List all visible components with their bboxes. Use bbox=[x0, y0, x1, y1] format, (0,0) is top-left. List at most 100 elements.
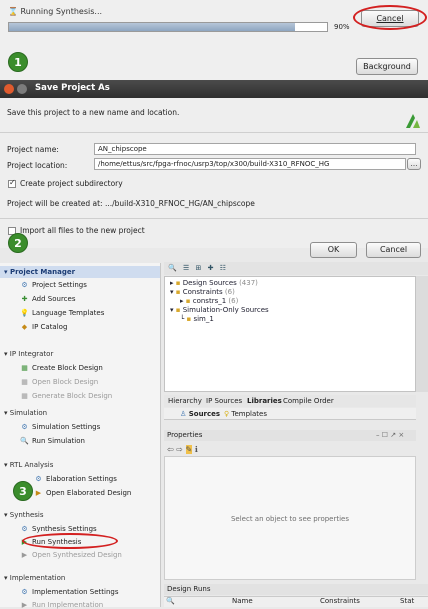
tree-item-sim-1[interactable]: └ ▪ sim_1 bbox=[180, 315, 214, 323]
browse-button[interactable]: … bbox=[407, 158, 421, 170]
expand-all-icon[interactable]: ⊞ bbox=[195, 264, 203, 272]
tree-item-constrs-1[interactable]: ▸ ▪ constrs_1 (6) bbox=[180, 297, 238, 305]
block-design-icon: ▦ bbox=[21, 364, 28, 372]
nav-section-project-manager[interactable]: ▾ Project Manager bbox=[4, 268, 75, 276]
tab-libraries[interactable]: Libraries bbox=[247, 397, 282, 405]
search-icon[interactable]: 🔍 bbox=[168, 264, 179, 272]
window-minimize-icon[interactable] bbox=[17, 84, 27, 94]
project-name-field[interactable]: AN_chipscope bbox=[94, 143, 416, 155]
nav-section-synthesis[interactable]: ▾ Synthesis bbox=[4, 511, 44, 519]
search-icon[interactable]: 🔍 bbox=[166, 597, 175, 605]
nav-item-project-settings[interactable]: ⚙ Project Settings bbox=[20, 281, 87, 289]
nav-section-implementation[interactable]: ▾ Implementation bbox=[4, 574, 65, 582]
tab-ip-sources[interactable]: IP Sources bbox=[206, 397, 242, 405]
save-dialog-description: Save this project to a new name and loca… bbox=[7, 108, 180, 117]
open-folder-icon: ▦ bbox=[21, 378, 28, 386]
gear-icon: ⚙ bbox=[35, 475, 42, 483]
lightbulb-icon: 💡 bbox=[20, 309, 29, 317]
column-header-status[interactable]: Stat bbox=[400, 597, 414, 605]
vivado-logo-icon bbox=[406, 114, 420, 128]
tab-templates[interactable]: ♀ Templates bbox=[224, 410, 267, 418]
nav-item-ip-catalog[interactable]: ◆ IP Catalog bbox=[20, 323, 68, 331]
window-controls[interactable]: – ☐ ↗ × bbox=[376, 431, 404, 439]
ok-button[interactable]: OK bbox=[310, 242, 357, 258]
folder-icon: ▪ bbox=[175, 288, 181, 296]
nav-item-language-templates[interactable]: 💡 Language Templates bbox=[20, 309, 104, 317]
back-arrow-icon[interactable]: ⇦ bbox=[167, 445, 174, 454]
background-button[interactable]: Background bbox=[356, 58, 418, 75]
nav-item-create-block-design[interactable]: ▦ Create Block Design bbox=[20, 364, 103, 372]
step-marker-1: 1 bbox=[8, 52, 28, 72]
properties-toolbar: ⇦ ⇨ ✎ ℹ bbox=[167, 445, 198, 454]
column-header-constraints[interactable]: Constraints bbox=[320, 597, 360, 605]
save-dialog-title: Save Project As bbox=[35, 83, 110, 93]
nav-item-run-simulation[interactable]: 🔍 Run Simulation bbox=[20, 437, 85, 445]
highlight-circle bbox=[353, 5, 427, 30]
nav-item-add-sources[interactable]: ✚ Add Sources bbox=[20, 295, 76, 303]
sources-toolbar: 🔍 ☰ ⊞ ✚ ☷ bbox=[164, 262, 428, 275]
nav-item-elaboration-settings[interactable]: ⚙ Elaboration Settings bbox=[34, 475, 117, 483]
folder-icon: ▪ bbox=[186, 315, 192, 323]
step-marker-3: 3 bbox=[13, 481, 33, 501]
open-design-icon: ▶ bbox=[35, 489, 42, 497]
nav-item-generate-block-design[interactable]: ▦ Generate Block Design bbox=[20, 392, 112, 400]
nav-item-open-block-design[interactable]: ▦ Open Block Design bbox=[20, 378, 98, 386]
design-runs-columns bbox=[164, 596, 428, 607]
cancel-button[interactable]: Cancel bbox=[366, 242, 421, 258]
nav-section-simulation[interactable]: ▾ Simulation bbox=[4, 409, 47, 417]
window-close-icon[interactable] bbox=[4, 84, 14, 94]
tab-compile-order[interactable]: Compile Order bbox=[283, 397, 334, 405]
progress-percent: 90% bbox=[334, 23, 350, 31]
gear-icon: ⚙ bbox=[21, 281, 28, 289]
nav-item-synthesis-settings[interactable]: ⚙ Synthesis Settings bbox=[20, 525, 96, 533]
separator bbox=[0, 218, 428, 219]
nav-item-simulation-settings[interactable]: ⚙ Simulation Settings bbox=[20, 423, 100, 431]
nav-section-ip-integrator[interactable]: ▾ IP Integrator bbox=[4, 350, 53, 358]
nav-item-open-elaborated-design[interactable]: ▶ Open Elaborated Design bbox=[34, 489, 132, 497]
step-marker-2: 2 bbox=[8, 233, 28, 253]
project-location-field[interactable]: /home/ettus/src/fpga-rfnoc/usrp3/top/x30… bbox=[94, 158, 406, 170]
properties-empty-message: Select an object to see properties bbox=[230, 515, 350, 523]
sources-icon: ♙ bbox=[180, 410, 187, 418]
synthesis-progress-bar bbox=[8, 22, 328, 32]
import-files-label: Import all files to the new project bbox=[20, 226, 145, 235]
open-design-icon: ▶ bbox=[21, 551, 28, 559]
nav-item-implementation-settings[interactable]: ⚙ Implementation Settings bbox=[20, 588, 118, 596]
gear-icon: ⚙ bbox=[21, 423, 28, 431]
info-icon[interactable]: ℹ bbox=[195, 445, 198, 454]
tree-item-constraints[interactable]: ▾ ▪ Constraints (6) bbox=[170, 288, 235, 296]
synthesis-progress-title: ⌛ Running Synthesis... bbox=[8, 7, 103, 16]
nav-section-rtl-analysis[interactable]: ▾ RTL Analysis bbox=[4, 461, 53, 469]
edit-properties-icon[interactable]: ✎ bbox=[185, 445, 193, 454]
progress-bar-fill bbox=[9, 23, 296, 31]
nav-item-open-synthesized-design[interactable]: ▶ Open Synthesized Design bbox=[20, 551, 122, 559]
hourglass-icon: ⌛ bbox=[8, 7, 18, 16]
gear-icon: ⚙ bbox=[21, 588, 28, 596]
tab-sources[interactable]: ♙ Sources bbox=[180, 410, 220, 418]
magnifier-icon: 🔍 bbox=[20, 437, 29, 445]
lightbulb-icon: ♀ bbox=[224, 410, 230, 418]
vertical-scrollbar[interactable] bbox=[416, 276, 428, 392]
folder-icon: ▪ bbox=[185, 297, 191, 305]
folder-icon: ▪ bbox=[175, 279, 181, 287]
highlight-circle bbox=[22, 533, 118, 549]
tab-hierarchy[interactable]: Hierarchy bbox=[168, 397, 202, 405]
gear-icon: ⚙ bbox=[21, 525, 28, 533]
ip-catalog-icon: ◆ bbox=[21, 323, 28, 331]
design-runs-header: Design Runs bbox=[164, 584, 428, 595]
add-sources-icon: ✚ bbox=[21, 295, 28, 303]
properties-icon[interactable]: ☷ bbox=[220, 264, 228, 272]
create-subdirectory-checkbox[interactable] bbox=[8, 178, 16, 188]
collapse-all-icon[interactable]: ☰ bbox=[183, 264, 191, 272]
folder-icon: ▪ bbox=[175, 306, 181, 314]
tree-item-simulation-only-sources[interactable]: ▾ ▪ Simulation-Only Sources bbox=[170, 306, 269, 314]
nav-item-run-implementation[interactable]: ▶ Run Implementation bbox=[20, 601, 103, 609]
generate-icon: ▦ bbox=[21, 392, 28, 400]
column-header-name[interactable]: Name bbox=[232, 597, 253, 605]
forward-arrow-icon[interactable]: ⇨ bbox=[176, 445, 183, 454]
add-icon[interactable]: ✚ bbox=[208, 264, 216, 272]
tree-item-design-sources[interactable]: ▸ ▪ Design Sources (437) bbox=[170, 279, 258, 287]
project-name-label: Project name: bbox=[7, 145, 59, 154]
project-location-label: Project location: bbox=[7, 161, 68, 170]
separator bbox=[0, 132, 428, 133]
